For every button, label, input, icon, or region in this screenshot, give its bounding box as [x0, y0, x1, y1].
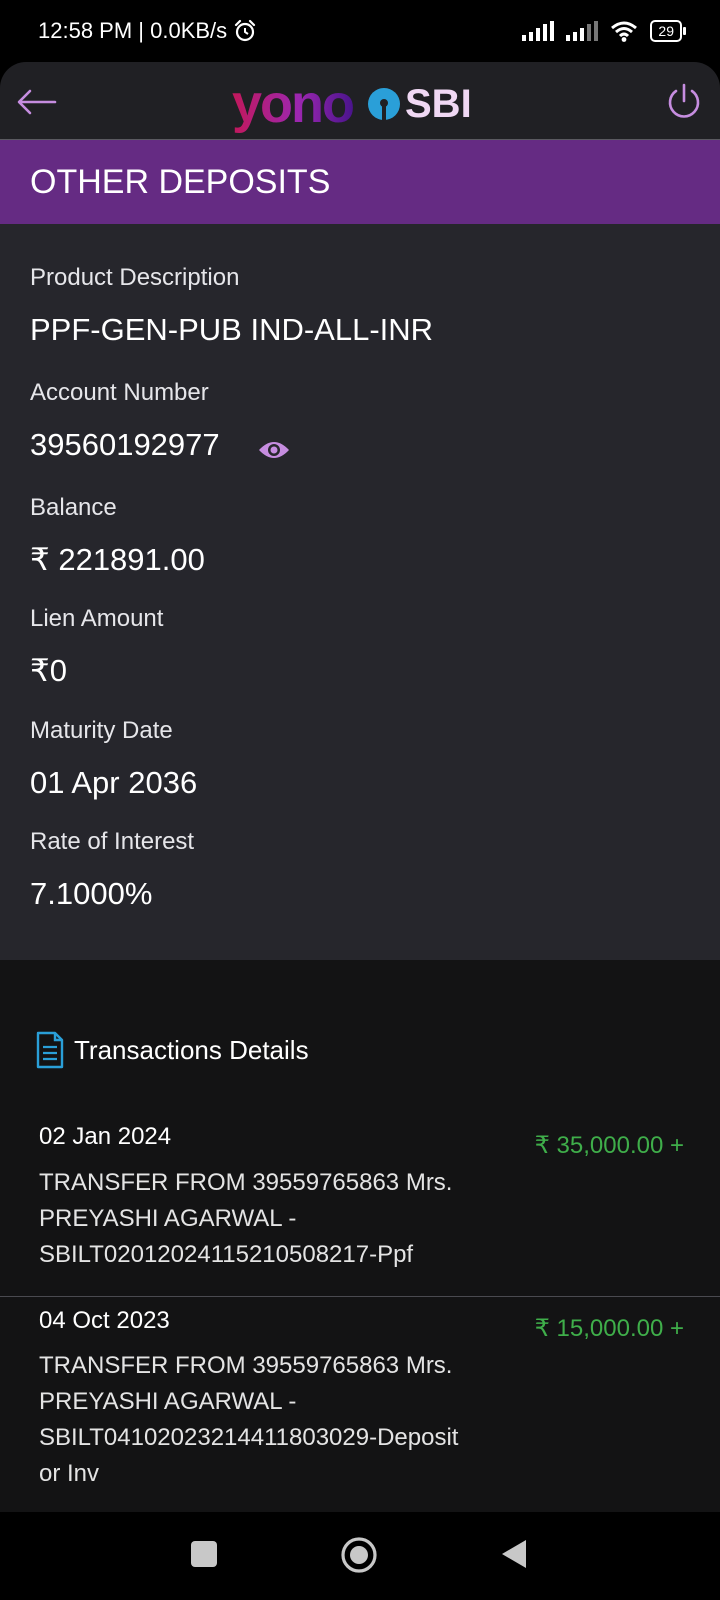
back-nav-button[interactable]: [500, 1538, 528, 1570]
logo-sbi-text: SBI: [405, 82, 472, 126]
navigation-bar: [0, 1512, 720, 1600]
balance-label: Balance: [30, 494, 117, 521]
recents-icon: [191, 1541, 217, 1567]
recents-button[interactable]: [190, 1540, 218, 1568]
account-number-label: Account Number: [30, 379, 209, 406]
transaction-divider: [0, 1296, 720, 1297]
status-right: 29: [522, 20, 686, 42]
logo-yono: yono: [232, 74, 355, 134]
transaction-amount: ₹ 35,000.00 +: [534, 1132, 684, 1159]
document-icon: [36, 1031, 64, 1069]
status-bar: 12:58 PM | 0.0KB/s 29: [0, 0, 720, 62]
eye-icon[interactable]: [258, 438, 290, 462]
transaction-date: 04 Oct 2023: [39, 1307, 170, 1334]
home-icon: [341, 1537, 377, 1573]
balance-value: ₹ 221891.00: [30, 542, 205, 577]
maturity-date-value: 01 Apr 2036: [30, 765, 198, 800]
logo-sbi: SBI: [367, 74, 472, 134]
home-button[interactable]: [340, 1536, 378, 1574]
rate-of-interest-label: Rate of Interest: [30, 828, 195, 855]
back-arrow-icon: [17, 89, 57, 115]
transaction-date: 02 Jan 2024: [39, 1123, 172, 1150]
maturity-date-label: Maturity Date: [30, 717, 173, 744]
transactions-title: Transactions Details: [74, 1034, 309, 1065]
logout-button[interactable]: [662, 80, 706, 124]
transactions-header: Transactions Details: [36, 1031, 309, 1069]
back-triangle-icon: [502, 1540, 526, 1568]
lien-amount-value: ₹0: [30, 653, 67, 688]
lien-amount-label: Lien Amount: [30, 605, 164, 632]
status-time: 12:58 PM | 0.0KB/s: [38, 18, 228, 43]
alarm-icon: [235, 19, 256, 42]
wifi-icon: [611, 21, 638, 42]
section-title: OTHER DEPOSITS: [30, 162, 331, 201]
signal-icon: [566, 21, 599, 41]
product-description-value: PPF-GEN-PUB IND-ALL-INR: [30, 312, 434, 347]
yono-sbi-logo: yono SBI: [232, 74, 472, 134]
status-left: 12:58 PM | 0.0KB/s: [38, 18, 257, 44]
product-description-label: Product Description: [30, 264, 240, 291]
transaction-amount: ₹ 15,000.00 +: [534, 1315, 684, 1342]
app-header: yono SBI: [0, 62, 720, 140]
transaction-description: TRANSFER FROM 39559765863 Mrs. PREYASHI …: [39, 1169, 453, 1268]
section-header: OTHER DEPOSITS: [0, 140, 720, 224]
power-icon: [668, 83, 700, 118]
sbi-logo-icon: [368, 88, 400, 120]
rate-of-interest-value: 7.1000%: [30, 876, 153, 911]
account-details: Product Description PPF-GEN-PUB IND-ALL-…: [0, 224, 720, 960]
battery-icon: 29: [650, 20, 686, 42]
signal-icon: [522, 21, 555, 41]
account-number-value: 39560192977: [30, 427, 220, 462]
back-button[interactable]: [14, 82, 60, 122]
transaction-description: TRANSFER FROM 39559765863 Mrs. PREYASHI …: [39, 1352, 459, 1487]
transactions-section: Transactions Details 02 Jan 2024 TRANSFE…: [0, 960, 720, 1512]
